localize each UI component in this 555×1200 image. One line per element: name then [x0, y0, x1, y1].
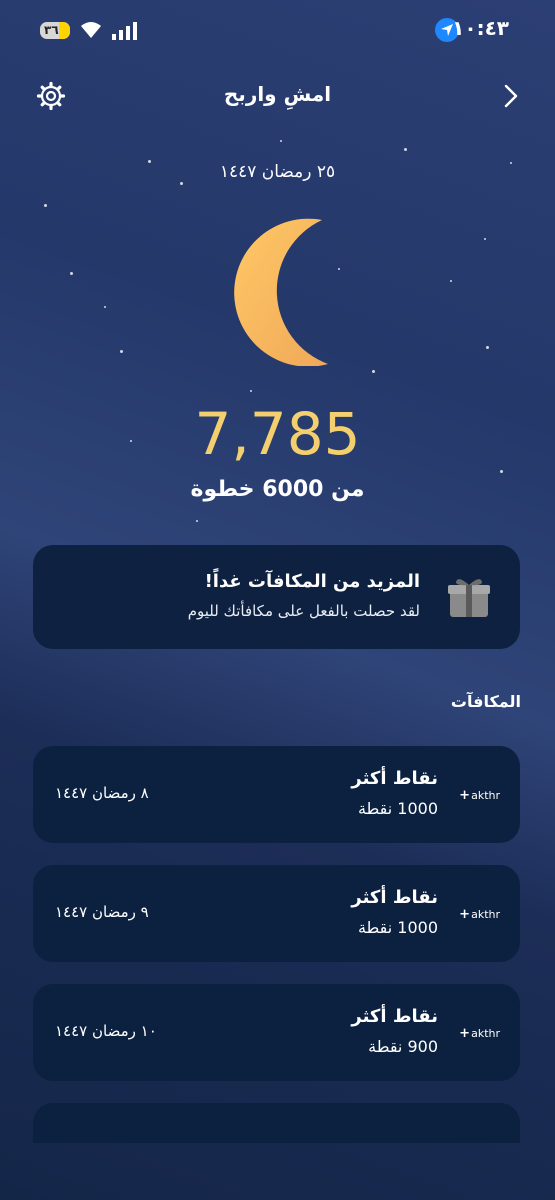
akthr-logo: +akthr — [459, 788, 500, 803]
rewards-banner: المزيد من المكافآت غداً! لقد حصلت بالفعل… — [33, 545, 520, 649]
battery-indicator: ٣٦ — [40, 22, 70, 39]
battery-level: ٣٦ — [44, 23, 59, 37]
step-goal: من 6000 خطوة — [190, 477, 365, 502]
reward-name: نقاط أكثر — [351, 1006, 438, 1027]
reward-card[interactable]: +akthr نقاط أكثر 900 نقطة ١٠ رمضان ١٤٤٧ — [33, 984, 520, 1081]
chevron-right-icon[interactable] — [500, 82, 522, 110]
reward-date: ٩ رمضان ١٤٤٧ — [55, 903, 149, 921]
reward-name: نقاط أكثر — [351, 887, 438, 908]
step-count: 7,785 — [194, 400, 361, 468]
status-bar: ٣٦ ١٠:٤٣ — [0, 14, 555, 50]
rewards-heading: المكافآت — [450, 692, 521, 711]
clock: ١٠:٤٣ — [452, 16, 509, 40]
banner-title: المزيد من المكافآت غداً! — [204, 571, 420, 592]
hijri-date: ٢٥ رمضان ١٤٤٧ — [219, 162, 336, 182]
gift-icon — [448, 579, 490, 617]
wifi-icon — [81, 22, 101, 38]
reward-date: ٨ رمضان ١٤٤٧ — [55, 784, 149, 802]
reward-card[interactable]: +akthr نقاط أكثر 1000 نقطة ٨ رمضان ١٤٤٧ — [33, 746, 520, 843]
signal-icon — [112, 22, 137, 40]
reward-points: 1000 نقطة — [357, 918, 438, 937]
akthr-logo: +akthr — [459, 1026, 500, 1041]
reward-date: ١٠ رمضان ١٤٤٧ — [55, 1022, 157, 1040]
reward-card-partial[interactable] — [33, 1103, 520, 1143]
reward-points: 1000 نقطة — [357, 799, 438, 818]
banner-subtitle: لقد حصلت بالفعل على مكافأتك لليوم — [187, 602, 420, 620]
top-bar: امشِ واربح — [0, 78, 555, 114]
reward-points: 900 نقطة — [368, 1037, 438, 1056]
reward-card[interactable]: +akthr نقاط أكثر 1000 نقطة ٩ رمضان ١٤٤٧ — [33, 865, 520, 962]
reward-name: نقاط أكثر — [351, 768, 438, 789]
akthr-logo: +akthr — [459, 907, 500, 922]
crescent-moon-icon — [234, 218, 328, 366]
page-title: امشِ واربح — [223, 82, 332, 106]
